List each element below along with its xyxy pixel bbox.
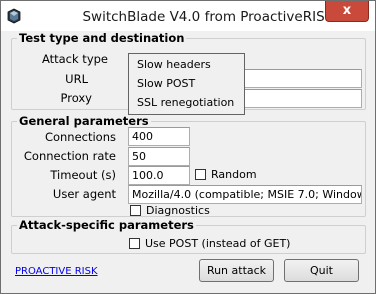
- diagnostics-label: Diagnostics: [146, 204, 210, 217]
- user-agent-label: User agent: [52, 187, 116, 201]
- attack-type-dropdown-list[interactable]: Slow headers Slow POST SSL renegotiation: [128, 53, 245, 115]
- random-checkbox[interactable]: [195, 169, 206, 180]
- timeout-field[interactable]: 100.0: [128, 166, 190, 185]
- client-area: Test type and destination Attack type UR…: [9, 31, 368, 288]
- window-title: SwitchBlade V4.0 from ProactiveRISK: [82, 9, 334, 25]
- connections-field[interactable]: 400: [128, 127, 190, 146]
- url-label: URL: [65, 72, 88, 86]
- close-icon: x: [342, 3, 352, 18]
- user-agent-field[interactable]: Mozilla/4.0 (compatible; MSIE 7.0; Windo…: [128, 185, 362, 204]
- run-attack-button[interactable]: Run attack: [199, 259, 274, 282]
- connection-rate-field[interactable]: 50: [128, 147, 190, 166]
- main-window: SwitchBlade V4.0 from ProactiveRISK x Te…: [0, 0, 376, 294]
- connection-rate-label: Connection rate: [23, 149, 116, 163]
- group-title-attack-specific: Attack-specific parameters: [17, 218, 196, 232]
- timeout-label: Timeout (s): [50, 168, 116, 182]
- attack-type-option-slow-post[interactable]: Slow POST: [137, 77, 195, 90]
- group-title-test-type: Test type and destination: [17, 31, 187, 45]
- close-button[interactable]: x: [325, 1, 369, 22]
- diagnostics-checkbox[interactable]: [130, 205, 141, 216]
- group-title-general: General parameters: [17, 114, 151, 128]
- title-bar[interactable]: SwitchBlade V4.0 from ProactiveRISK x: [1, 1, 375, 31]
- random-label: Random: [211, 168, 257, 181]
- use-post-checkbox[interactable]: [129, 238, 140, 249]
- switchblade-app-icon: [7, 8, 21, 24]
- use-post-label: Use POST (instead of GET): [145, 237, 291, 250]
- attack-type-option-ssl-renegotiation[interactable]: SSL renegotiation: [137, 96, 234, 109]
- group-general-parameters: General parameters Connections 400 Conne…: [11, 114, 366, 217]
- proxy-label: Proxy: [60, 91, 92, 105]
- attack-type-label: Attack type: [41, 52, 108, 66]
- connections-label: Connections: [44, 130, 116, 144]
- group-test-type: Test type and destination Attack type UR…: [11, 31, 366, 115]
- quit-button[interactable]: Quit: [284, 259, 359, 282]
- group-attack-specific: Attack-specific parameters Use POST (ins…: [11, 218, 366, 254]
- proactive-risk-link[interactable]: PROACTIVE RISK: [15, 266, 98, 277]
- attack-type-option-slow-headers[interactable]: Slow headers: [137, 58, 211, 71]
